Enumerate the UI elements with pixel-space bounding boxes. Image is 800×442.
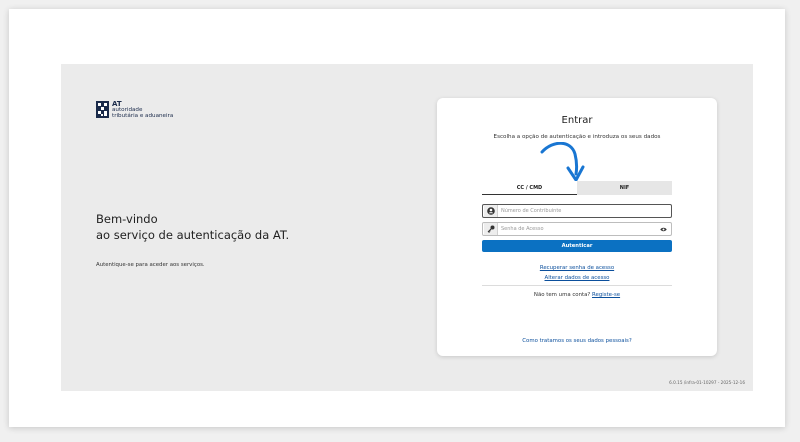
privacy-link[interactable]: Como tratamos os seus dados pessoais? [437, 338, 717, 344]
no-account-text: Não tem uma conta? [533, 292, 591, 298]
authenticate-button[interactable]: Autenticar [482, 240, 672, 252]
outer-frame: AT autoridade tributária e aduaneira Bem… [9, 9, 785, 427]
register-link[interactable]: Registe-se [592, 292, 620, 298]
welcome-line2: ao serviço de autenticação da AT. [96, 228, 290, 242]
welcome-line1: Bem-vindo [96, 212, 158, 226]
recover-password-link[interactable]: Recuperar senha de acesso [437, 265, 717, 271]
at-logo[interactable]: AT autoridade tributária e aduaneira [96, 100, 174, 120]
eye-icon[interactable] [658, 224, 668, 234]
logo-text: AT autoridade tributária e aduaneira [112, 100, 174, 120]
tab-cc-cmd[interactable]: CC / CMD [482, 181, 577, 195]
portal: AT autoridade tributária e aduaneira Bem… [61, 64, 753, 391]
welcome-heading: Bem-vindo ao serviço de autenticação da … [96, 211, 289, 243]
nif-input[interactable] [498, 206, 671, 216]
auth-tabs: CC / CMD NIF [482, 181, 672, 195]
at-logo-icon [96, 101, 109, 118]
password-input[interactable] [498, 224, 658, 234]
curved-arrow-icon [540, 142, 585, 182]
version-info: 6.0.15 /infra-01-10297 - 2025-12-16 [669, 380, 745, 385]
login-title: Entrar [561, 115, 593, 126]
login-subtitle: Escolha a opção de autenticação e introd… [493, 134, 661, 140]
register-line: Não tem uma conta? Registe-se [437, 292, 717, 298]
tab-nif[interactable]: NIF [577, 181, 672, 195]
key-icon [484, 223, 498, 235]
logo-name-line2: tributária e aduaneira [112, 113, 174, 120]
welcome-subtext: Autentique-se para aceder aos serviços. [96, 262, 205, 268]
login-card: Entrar Escolha a opção de autenticação e… [437, 98, 717, 356]
user-icon [484, 205, 498, 217]
password-field [482, 222, 672, 236]
divider [482, 285, 672, 286]
nif-field [482, 204, 672, 218]
change-access-link[interactable]: Alterar dados de acesso [437, 275, 717, 281]
